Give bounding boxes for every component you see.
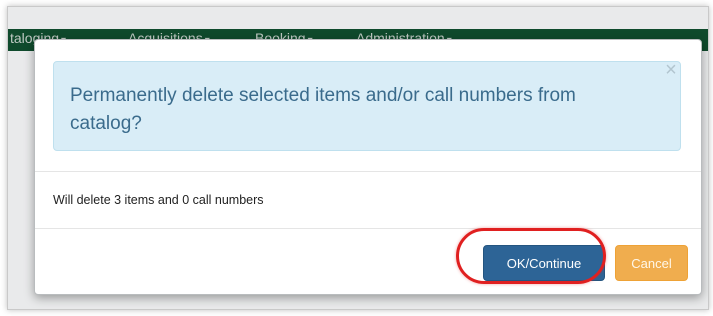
modal-divider [35,171,701,172]
alert-message: Permanently delete selected items and/or… [70,85,576,134]
alert-info-box: Permanently delete selected items and/or… [53,60,681,151]
modal-footer-divider [35,228,701,229]
cancel-button[interactable]: Cancel [615,245,688,281]
delete-summary-text: Will delete 3 items and 0 call numbers [53,193,264,207]
close-icon[interactable]: × [661,60,681,80]
highlight-circle-annotation [456,228,606,284]
